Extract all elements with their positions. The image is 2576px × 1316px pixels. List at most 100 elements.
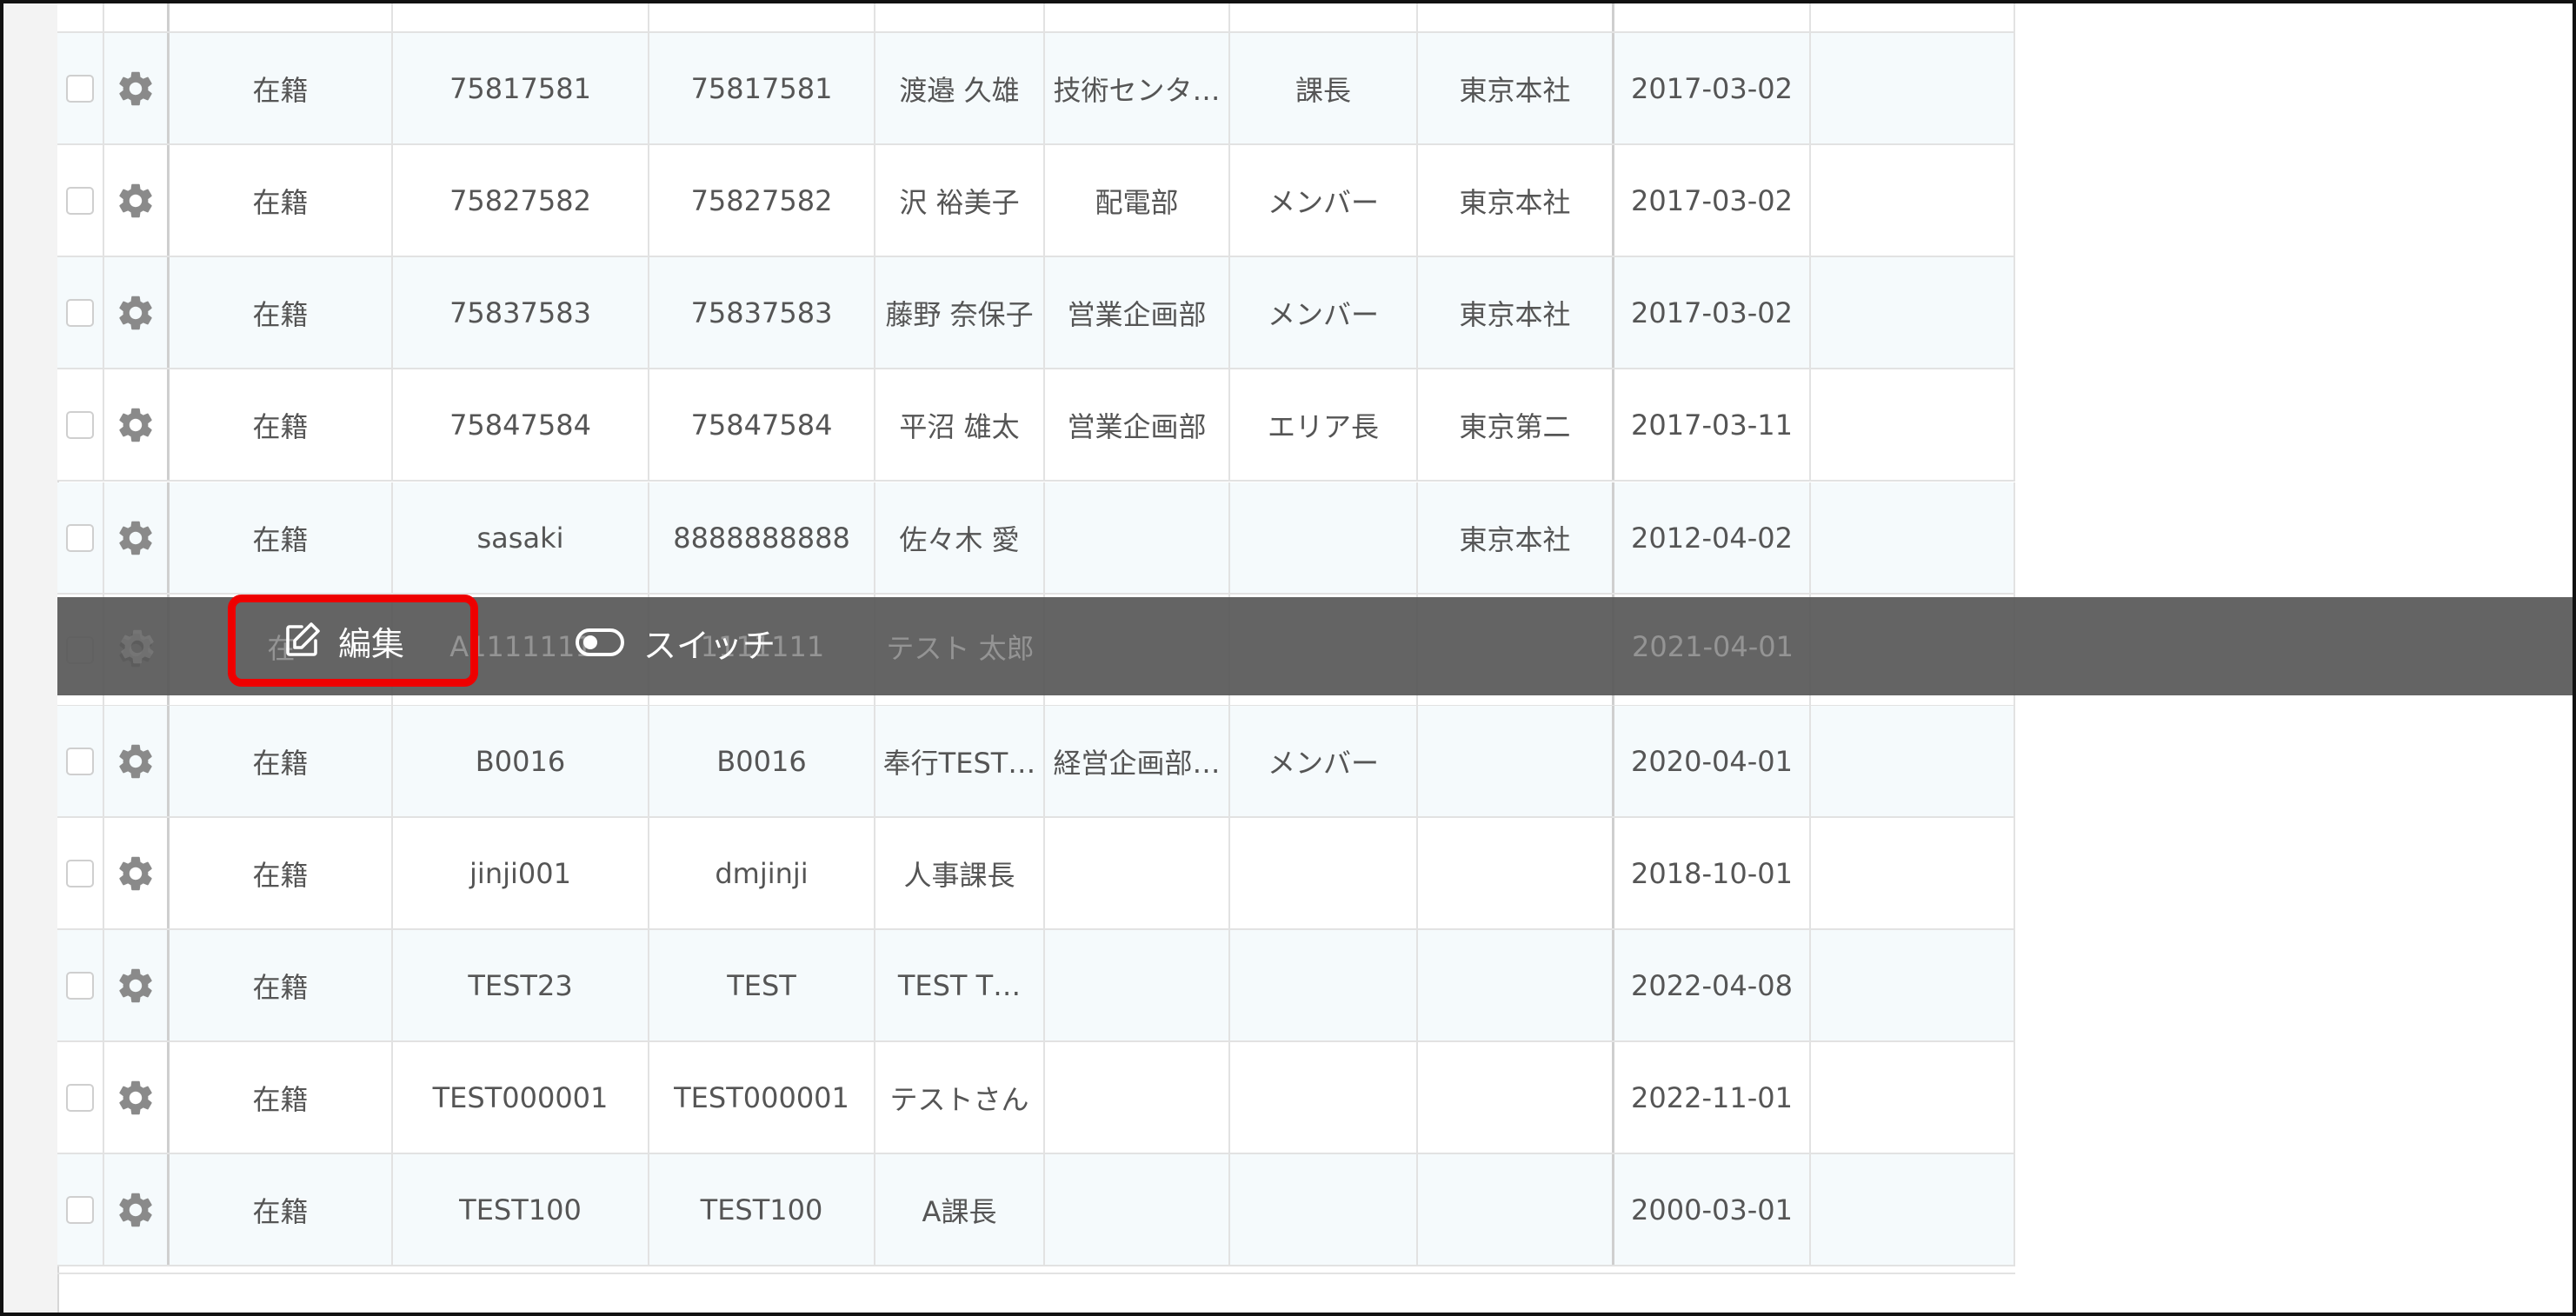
row-select-cell <box>57 1042 104 1153</box>
name-cell: TEST T… <box>875 930 1045 1040</box>
department-cell: 営業企画部 <box>1045 369 1230 480</box>
empty-cell <box>1811 33 2015 143</box>
row-checkbox[interactable] <box>66 186 94 215</box>
employee-id-cell: TEST100 <box>393 1154 649 1265</box>
table-row[interactable]: 在籍 jinji001 dmjinji 人事課長 2018-10-01 <box>57 818 2015 930</box>
table-row[interactable]: 在籍 B0016 B0016 奉行TEST… 経営企画部… メンバー 2020-04-01 <box>57 706 2015 818</box>
code-cell: TEST <box>649 930 875 1040</box>
name-cell: 奉行TEST… <box>875 706 1045 816</box>
empty-cell <box>1811 818 2015 928</box>
office-cell: 東京本社 <box>1418 482 1614 593</box>
toggle-icon <box>576 628 624 656</box>
office-cell <box>1418 1154 1614 1265</box>
empty-cell <box>1811 1154 2015 1265</box>
row-select-cell <box>57 33 104 143</box>
row-select-cell <box>57 706 104 816</box>
switch-button[interactable]: スイッチ <box>576 614 775 671</box>
row-select-cell <box>57 482 104 593</box>
gear-icon[interactable] <box>104 257 170 368</box>
department-cell: 配電部 <box>1045 145 1230 256</box>
position-cell <box>1230 1154 1418 1265</box>
table-row[interactable]: 在籍 75837583 75837583 藤野 奈保子 営業企画部 メンバー 東京本社 201… <box>57 257 2015 369</box>
status-cell: 在籍 <box>170 257 393 368</box>
name-cell: テスト 太郎 <box>886 631 1035 665</box>
date-cell: 2012-04-02 <box>1614 482 1811 593</box>
department-cell: 経営企画部… <box>1045 706 1230 816</box>
department-cell <box>1045 1042 1230 1153</box>
employee-id-cell: 75847584 <box>393 369 649 480</box>
date-cell: 2017-03-02 <box>1614 257 1811 368</box>
row-checkbox[interactable] <box>66 971 94 1000</box>
status-cell: 在籍 <box>170 482 393 593</box>
empty-cell <box>1811 369 2015 480</box>
date-cell: 2022-04-08 <box>1614 930 1811 1040</box>
date-cell: 2020-04-01 <box>1614 706 1811 816</box>
table-row[interactable]: 在籍 75847584 75847584 平沼 雄太 営業企画部 エリア長 東京第二 2017… <box>57 369 2015 482</box>
row-checkbox[interactable] <box>66 1083 94 1112</box>
office-cell <box>1418 930 1614 1040</box>
employee-id-cell: 75827582 <box>393 145 649 256</box>
table-row[interactable]: 在籍 TEST23 TEST TEST T… 2022-04-08 <box>57 930 2015 1042</box>
position-cell <box>1230 1042 1418 1153</box>
employee-id-cell: TEST23 <box>393 930 649 1040</box>
gear-icon[interactable] <box>104 1154 170 1265</box>
gear-icon[interactable] <box>104 33 170 143</box>
name-cell: 佐々木 愛 <box>875 482 1045 593</box>
table-row[interactable]: 在籍 sasaki 8888888888 佐々木 愛 東京本社 2012-04-02 <box>57 482 2015 595</box>
row-checkbox[interactable] <box>66 410 94 439</box>
name-cell: テストさん <box>875 1042 1045 1153</box>
code-cell: 75817581 <box>649 33 875 143</box>
row-checkbox[interactable] <box>66 859 94 887</box>
table-row[interactable]: 在籍 75817581 75817581 渡邉 久雄 技術センタ… 課長 東京本社 2017-… <box>57 33 2015 145</box>
status-cell: 在籍 <box>170 930 393 1040</box>
row-checkbox[interactable] <box>66 298 94 327</box>
office-cell: 東京本社 <box>1418 257 1614 368</box>
edit-icon <box>286 622 320 656</box>
left-gutter <box>3 3 59 1313</box>
status-cell: 在籍 <box>170 369 393 480</box>
gear-icon[interactable] <box>104 930 170 1040</box>
position-cell <box>1230 597 1418 695</box>
gear-icon[interactable] <box>104 369 170 480</box>
empty-cell <box>1811 930 2015 1040</box>
status-cell: 在籍 <box>170 33 393 143</box>
row-checkbox[interactable] <box>66 1195 94 1224</box>
code-cell: 75847584 <box>649 369 875 480</box>
table-row[interactable]: 在籍 75827582 75827582 沢 裕美子 配電部 メンバー 東京本社 2017-0… <box>57 145 2015 257</box>
code-cell: dmjinji <box>649 818 875 928</box>
employee-id-cell: 75837583 <box>393 257 649 368</box>
position-cell: メンバー <box>1230 257 1418 368</box>
position-cell: メンバー <box>1230 145 1418 256</box>
department-cell: 営業企画部 <box>1045 257 1230 368</box>
department-cell <box>1045 1154 1230 1265</box>
department-cell <box>1045 930 1230 1040</box>
table-row[interactable]: 在籍 TEST000001 TEST000001 テストさん 2022-11-01 <box>57 1042 2015 1154</box>
status-cell: 在籍 <box>170 818 393 928</box>
employee-id-cell: B0016 <box>393 706 649 816</box>
gear-icon[interactable] <box>104 1042 170 1153</box>
gear-icon[interactable] <box>104 482 170 593</box>
row-checkbox[interactable] <box>66 523 94 552</box>
position-cell <box>1230 930 1418 1040</box>
status-cell: 在籍 <box>170 706 393 816</box>
gear-icon <box>104 597 170 695</box>
position-cell <box>1230 818 1418 928</box>
position-cell: 課長 <box>1230 33 1418 143</box>
name-cell: 藤野 奈保子 <box>875 257 1045 368</box>
name-cell: 人事課長 <box>875 818 1045 928</box>
employee-id-cell: 75817581 <box>393 33 649 143</box>
office-cell: 東京本社 <box>1418 145 1614 256</box>
table-row[interactable]: 在籍 TEST100 TEST100 A課長 2000-03-01 <box>57 1154 2015 1266</box>
gear-icon[interactable] <box>104 706 170 816</box>
gear-icon[interactable] <box>104 145 170 256</box>
row-checkbox[interactable] <box>66 74 94 103</box>
table-bottom-border <box>57 1273 2015 1274</box>
row-select-cell <box>57 369 104 480</box>
row-select-cell <box>57 818 104 928</box>
office-cell <box>1418 1042 1614 1153</box>
gear-icon[interactable] <box>104 818 170 928</box>
edit-button[interactable]: 編集 <box>228 595 478 687</box>
department-cell <box>1045 597 1230 695</box>
row-checkbox[interactable] <box>66 747 94 775</box>
office-cell: 東京本社 <box>1418 33 1614 143</box>
